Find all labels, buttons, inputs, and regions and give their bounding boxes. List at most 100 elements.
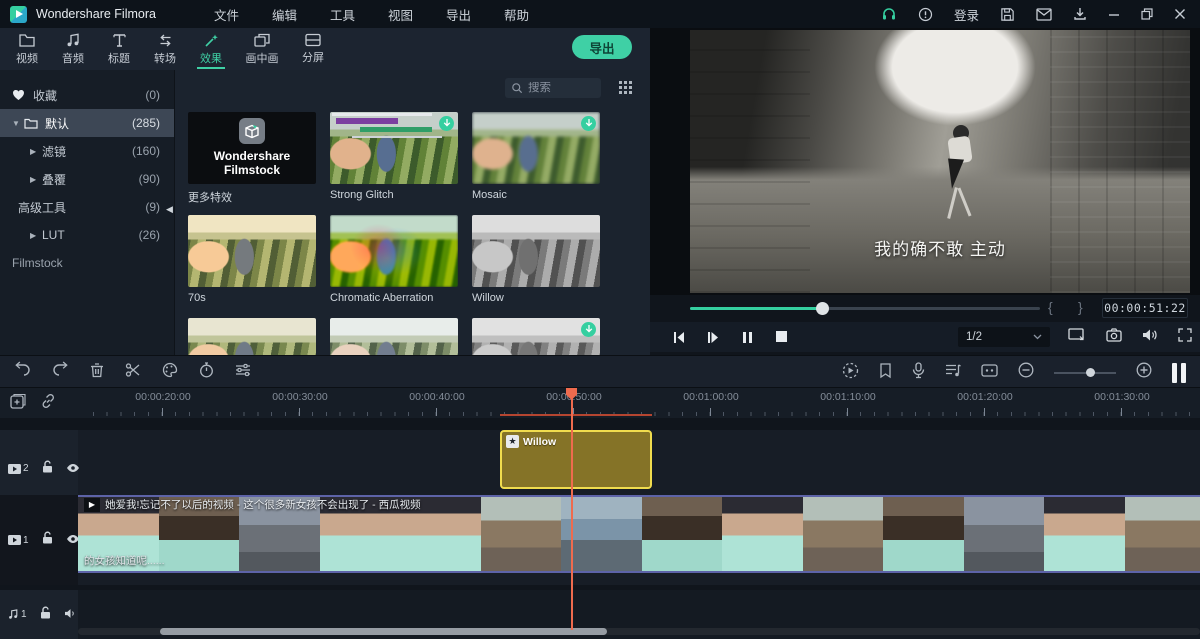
category-sidebar: 收藏 (0) ▼ 默认 (285) ▶ 滤镜 (160) ▶ 叠覆 (90) 高… — [0, 70, 175, 355]
zoom-in-icon[interactable] — [1136, 362, 1152, 383]
preview-quality-dropdown[interactable]: 1/2 — [958, 327, 1050, 347]
ruler-label: 00:01:10:00 — [803, 391, 893, 403]
menu-edit[interactable]: 编辑 — [272, 5, 297, 24]
titlebar: Wondershare Filmora 文件 编辑 工具 视图 导出 帮助 登录 — [0, 0, 1200, 28]
seek-bar[interactable] — [690, 307, 1040, 310]
effect-card[interactable] — [472, 318, 600, 355]
save-icon[interactable] — [1000, 7, 1015, 22]
feedback-mail-icon[interactable] — [1036, 8, 1052, 21]
tab-video[interactable]: 视频 — [4, 28, 50, 70]
menu-file[interactable]: 文件 — [214, 5, 239, 24]
download-badge-icon[interactable] — [581, 322, 596, 337]
stop-button[interactable] — [764, 331, 798, 344]
effect-card-filmstock[interactable]: WondershareFilmstock 更多特效 — [188, 112, 316, 205]
sidebar-item-favorites[interactable]: 收藏 (0) — [0, 81, 174, 109]
download-badge-icon[interactable] — [581, 116, 596, 131]
lock-icon[interactable] — [40, 606, 51, 624]
tab-transitions[interactable]: 转场 — [142, 28, 188, 70]
effect-card-chromatic-aberration[interactable]: Chromatic Aberration — [330, 215, 458, 304]
color-palette-icon[interactable] — [162, 362, 178, 383]
tab-pip[interactable]: 画中画 — [234, 28, 290, 70]
sidebar-item-filters[interactable]: ▶ 滤镜 (160) — [0, 137, 174, 165]
menu-help[interactable]: 帮助 — [504, 5, 529, 24]
timeline-zoom-slider[interactable] — [1054, 372, 1116, 374]
menu-view[interactable]: 视图 — [388, 5, 413, 24]
render-preview-icon[interactable] — [842, 362, 859, 384]
login-button[interactable]: 登录 — [954, 5, 979, 24]
video-clip-title: ▶ 她爱我!忘记不了以后的视频 - 这个很多新女孩不会出现了 - 西瓜视频 — [84, 497, 421, 512]
record-voiceover-icon[interactable] — [912, 362, 925, 384]
video-track-1-header: 1 — [0, 495, 78, 585]
effect-card-willow[interactable]: Willow — [472, 215, 600, 304]
download-badge-icon[interactable] — [439, 116, 454, 131]
redo-icon[interactable] — [52, 363, 69, 382]
effect-clip-willow[interactable]: ★ Willow — [500, 430, 652, 489]
restore-button[interactable] — [1141, 8, 1153, 20]
menu-tools[interactable]: 工具 — [330, 5, 355, 24]
undo-icon[interactable] — [14, 363, 31, 382]
effect-card[interactable] — [330, 318, 458, 355]
seek-thumb[interactable] — [816, 302, 829, 315]
video-subject — [937, 125, 983, 235]
fullscreen-icon[interactable] — [1178, 328, 1192, 347]
tab-titles[interactable]: 标题 — [96, 28, 142, 70]
search-input[interactable] — [528, 82, 592, 94]
preview-video[interactable]: 我的确不敢 主动 — [690, 30, 1190, 293]
mute-icon[interactable] — [64, 606, 77, 624]
lock-icon[interactable] — [42, 460, 53, 478]
effect-card[interactable] — [188, 318, 316, 355]
tab-effects[interactable]: 效果 — [188, 28, 234, 70]
tab-splitscreen[interactable]: 分屏 — [290, 28, 336, 70]
zoom-slider-thumb[interactable] — [1086, 368, 1095, 377]
track-manager-icon[interactable] — [981, 364, 998, 382]
sidebar-item-default[interactable]: ▼ 默认 (285) — [0, 109, 174, 137]
search-box[interactable] — [505, 78, 601, 98]
snapshot-camera-icon[interactable] — [1106, 328, 1122, 347]
volume-icon[interactable] — [1142, 328, 1158, 347]
mark-in-button[interactable]: { — [1048, 299, 1053, 315]
play-badge-icon: ▶ — [84, 498, 100, 512]
timeline-ruler[interactable]: 00:00:20:00 00:00:30:00 00:00:40:00 00:0… — [0, 388, 1200, 418]
scrollbar-thumb[interactable] — [160, 628, 607, 635]
audio-mixer-icon[interactable] — [945, 363, 961, 383]
support-headset-icon[interactable] — [881, 6, 897, 22]
split-scissors-icon[interactable] — [125, 362, 141, 383]
sidebar-item-lut[interactable]: ▶ LUT (26) — [0, 221, 174, 249]
sidebar-item-overlays[interactable]: ▶ 叠覆 (90) — [0, 165, 174, 193]
effect-label: 更多特效 — [188, 189, 316, 205]
speed-icon[interactable] — [199, 362, 214, 383]
lock-icon[interactable] — [42, 531, 53, 549]
play-button[interactable] — [696, 331, 730, 344]
add-marker-icon[interactable] — [10, 393, 26, 414]
tab-audio[interactable]: 音频 — [50, 28, 96, 70]
effect-card-mosaic[interactable]: Mosaic — [472, 112, 600, 201]
download-icon[interactable] — [1073, 7, 1087, 22]
horizontal-scrollbar[interactable] — [78, 628, 1200, 635]
effect-label: Mosaic — [472, 189, 600, 201]
panel-collapse-icon[interactable]: ◀ — [166, 204, 173, 215]
sidebar-item-advanced-tools[interactable]: 高级工具 (9) — [0, 193, 174, 221]
delete-icon[interactable] — [90, 362, 104, 383]
close-button[interactable] — [1174, 8, 1186, 20]
marker-icon[interactable] — [879, 363, 892, 383]
previous-frame-button[interactable] — [662, 331, 696, 344]
panel-toggle-icon[interactable] — [1172, 363, 1186, 383]
zoom-out-icon[interactable] — [1018, 362, 1034, 383]
video-track-icon: 1 — [8, 535, 29, 546]
effect-card-strong-glitch[interactable]: Strong Glitch — [330, 112, 458, 201]
info-icon[interactable] — [918, 7, 933, 22]
sidebar-item-filmstock[interactable]: Filmstock — [0, 249, 174, 277]
grid-view-icon[interactable] — [618, 80, 633, 100]
eye-icon[interactable] — [66, 460, 80, 478]
ruler-label: 00:00:20:00 — [118, 391, 208, 403]
adjust-sliders-icon[interactable] — [235, 363, 251, 382]
link-icon[interactable] — [40, 393, 56, 414]
secondary-display-icon[interactable] — [1068, 327, 1086, 347]
filmstock-logo-icon — [239, 118, 265, 144]
pause-button[interactable] — [730, 331, 764, 344]
export-button[interactable]: 导出 — [572, 35, 632, 59]
mark-out-button[interactable]: } — [1078, 299, 1083, 315]
effect-card-70s[interactable]: 70s — [188, 215, 316, 304]
menu-export[interactable]: 导出 — [446, 5, 471, 24]
minimize-button[interactable] — [1108, 8, 1120, 20]
